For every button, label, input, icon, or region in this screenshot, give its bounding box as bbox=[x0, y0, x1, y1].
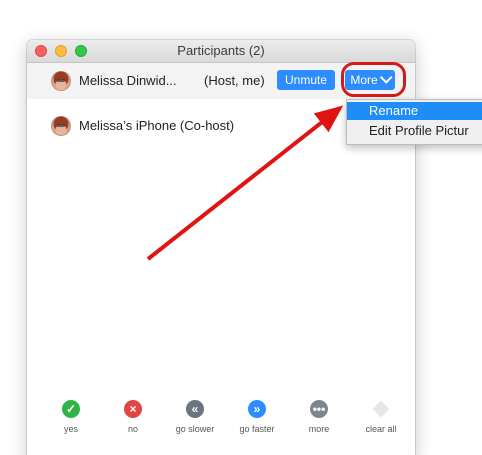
double-right-icon: » bbox=[248, 400, 266, 418]
double-left-icon: « bbox=[186, 400, 204, 418]
eraser-icon bbox=[372, 400, 390, 418]
reaction-yes[interactable]: ✓ yes bbox=[45, 397, 97, 441]
reaction-label: no bbox=[127, 424, 138, 434]
reaction-go-slower[interactable]: « go slower bbox=[169, 397, 221, 441]
reaction-label: go slower bbox=[175, 424, 215, 434]
titlebar[interactable]: Participants (2) bbox=[27, 40, 415, 63]
unmute-button[interactable]: Unmute bbox=[277, 70, 335, 90]
participant-name: Melissa’s iPhone (Co-host) bbox=[79, 118, 235, 133]
reaction-toolbar: ✓ yes × no « go slower » go faster ••• m… bbox=[27, 397, 415, 455]
window-title: Participants (2) bbox=[177, 43, 265, 58]
reaction-more[interactable]: ••• more bbox=[293, 397, 345, 441]
more-dropdown-menu: Rename Edit Profile Pictur bbox=[346, 99, 482, 145]
menu-item-label: Edit Profile Pictur bbox=[369, 123, 469, 138]
participant-role: (Host, me) bbox=[204, 73, 265, 88]
reaction-label: more bbox=[308, 424, 330, 434]
check-icon: ✓ bbox=[62, 400, 80, 418]
avatar bbox=[51, 71, 71, 91]
reaction-go-faster[interactable]: » go faster bbox=[231, 397, 283, 441]
screenshot-stage: Participants (2) Melissa Dinwid... (Host… bbox=[0, 0, 482, 455]
menu-item-edit-profile-picture[interactable]: Edit Profile Pictur bbox=[347, 122, 482, 140]
x-icon: × bbox=[124, 400, 142, 418]
menu-item-label: Rename bbox=[369, 103, 419, 118]
reaction-clear-all[interactable]: clear all bbox=[355, 397, 407, 441]
avatar bbox=[51, 116, 71, 136]
ellipsis-icon: ••• bbox=[310, 400, 328, 418]
reaction-label: clear all bbox=[365, 424, 397, 434]
reaction-no[interactable]: × no bbox=[107, 397, 159, 441]
menu-item-rename[interactable]: Rename bbox=[347, 102, 482, 120]
highlight-circle-annotation bbox=[341, 62, 406, 97]
participant-name: Melissa Dinwid... bbox=[79, 73, 177, 88]
reaction-label: go faster bbox=[239, 424, 275, 434]
reaction-label: yes bbox=[63, 424, 78, 434]
